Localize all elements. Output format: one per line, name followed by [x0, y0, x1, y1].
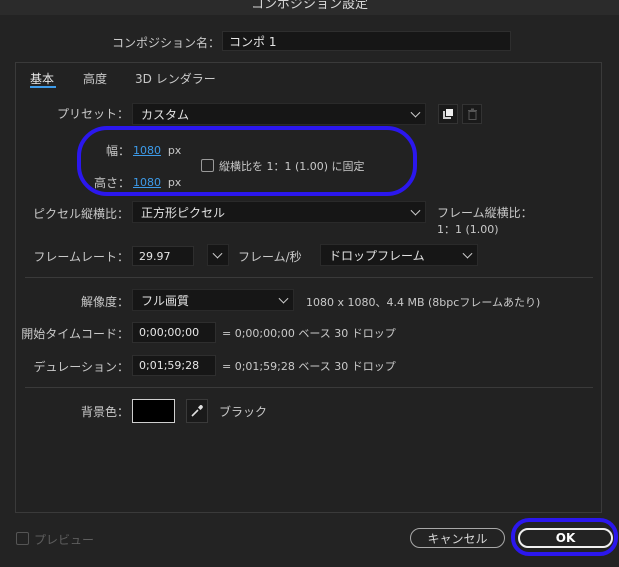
chevron-down-icon — [462, 248, 473, 259]
frame-rate-input[interactable]: 29.97 — [132, 246, 194, 266]
eyedropper-icon — [191, 404, 203, 417]
save-preset-button[interactable] — [438, 104, 458, 124]
start-timecode-label: 開始タイムコード： — [21, 327, 129, 341]
width-value[interactable]: 1080 — [133, 144, 161, 157]
preset-label: プリセット： — [56, 107, 129, 121]
width-row: 1080 px — [133, 143, 181, 157]
drop-frame-value: ドロップフレーム — [329, 248, 425, 263]
resolution-label: 解像度： — [80, 295, 129, 309]
duration-label: デュレーション： — [33, 360, 129, 374]
pixel-aspect-label: ピクセル縦横比： — [32, 207, 129, 221]
composition-name-input[interactable]: コンポ 1 — [222, 31, 511, 51]
divider — [25, 387, 593, 388]
frame-rate-dropdown[interactable] — [207, 244, 229, 266]
duration-info: = 0;01;59;28 ベース 30 ドロップ — [222, 360, 396, 373]
chevron-down-icon — [410, 107, 421, 118]
eyedropper-button[interactable] — [186, 399, 208, 423]
chevron-down-icon — [278, 293, 289, 304]
preset-value: カスタム — [141, 107, 190, 122]
tab-advanced[interactable]: 高度 — [83, 70, 107, 87]
title-bar: コンポジション設定 — [0, 0, 619, 15]
start-timecode-info: = 0;00;00;00 ベース 30 ドロップ — [222, 327, 396, 340]
drop-frame-dropdown[interactable]: ドロップフレーム — [320, 244, 478, 266]
width-unit: px — [167, 144, 182, 157]
settings-panel — [15, 62, 602, 513]
background-color-name: ブラック — [219, 405, 268, 419]
window-title: コンポジション設定 — [250, 0, 368, 12]
frame-aspect-label: フレーム縦横比： — [437, 206, 533, 220]
preview-checkbox[interactable] — [16, 532, 29, 545]
pixel-aspect-value: 正方形ピクセル — [141, 205, 226, 220]
height-unit: px — [167, 176, 182, 189]
chevron-down-icon — [410, 205, 421, 216]
chevron-down-icon — [212, 248, 223, 259]
composition-name-label: コンポジション名： — [111, 36, 220, 50]
lock-aspect-checkbox[interactable] — [201, 159, 214, 172]
active-tab-indicator — [30, 86, 56, 88]
frame-rate-label: フレームレート： — [33, 250, 129, 264]
height-row: 1080 px — [133, 175, 181, 189]
frame-rate-unit: フレーム/秒 — [238, 250, 302, 264]
tab-3d-renderer[interactable]: 3D レンダラー — [135, 70, 216, 87]
preset-dropdown[interactable]: カスタム — [132, 103, 426, 125]
delete-preset-button[interactable] — [462, 104, 482, 124]
save-preset-icon — [443, 109, 453, 119]
divider — [25, 277, 593, 278]
preview-label: プレビュー — [34, 533, 95, 547]
frame-aspect-value: 1：1 (1.00) — [437, 223, 499, 236]
duration-input[interactable]: 0;01;59;28 — [132, 355, 216, 376]
lock-aspect-label: 縦横比を 1：1 (1.00) に固定 — [219, 160, 365, 173]
resolution-value: フル画質 — [141, 293, 190, 308]
ok-button[interactable]: OK — [518, 528, 613, 548]
height-label: 高さ： — [93, 176, 130, 190]
width-label: 幅： — [105, 144, 130, 158]
trash-icon — [467, 108, 477, 120]
background-color-label: 背景色： — [80, 405, 129, 419]
background-color-swatch[interactable] — [132, 399, 175, 423]
resolution-info: 1080 x 1080、4.4 MB (8bpcフレームあたり) — [306, 296, 541, 309]
resolution-dropdown[interactable]: フル画質 — [132, 289, 294, 311]
start-timecode-input[interactable]: 0;00;00;00 — [132, 322, 216, 343]
pixel-aspect-dropdown[interactable]: 正方形ピクセル — [132, 201, 426, 223]
height-value[interactable]: 1080 — [133, 176, 161, 189]
cancel-button[interactable]: キャンセル — [410, 528, 505, 548]
tab-basic[interactable]: 基本 — [30, 70, 54, 87]
